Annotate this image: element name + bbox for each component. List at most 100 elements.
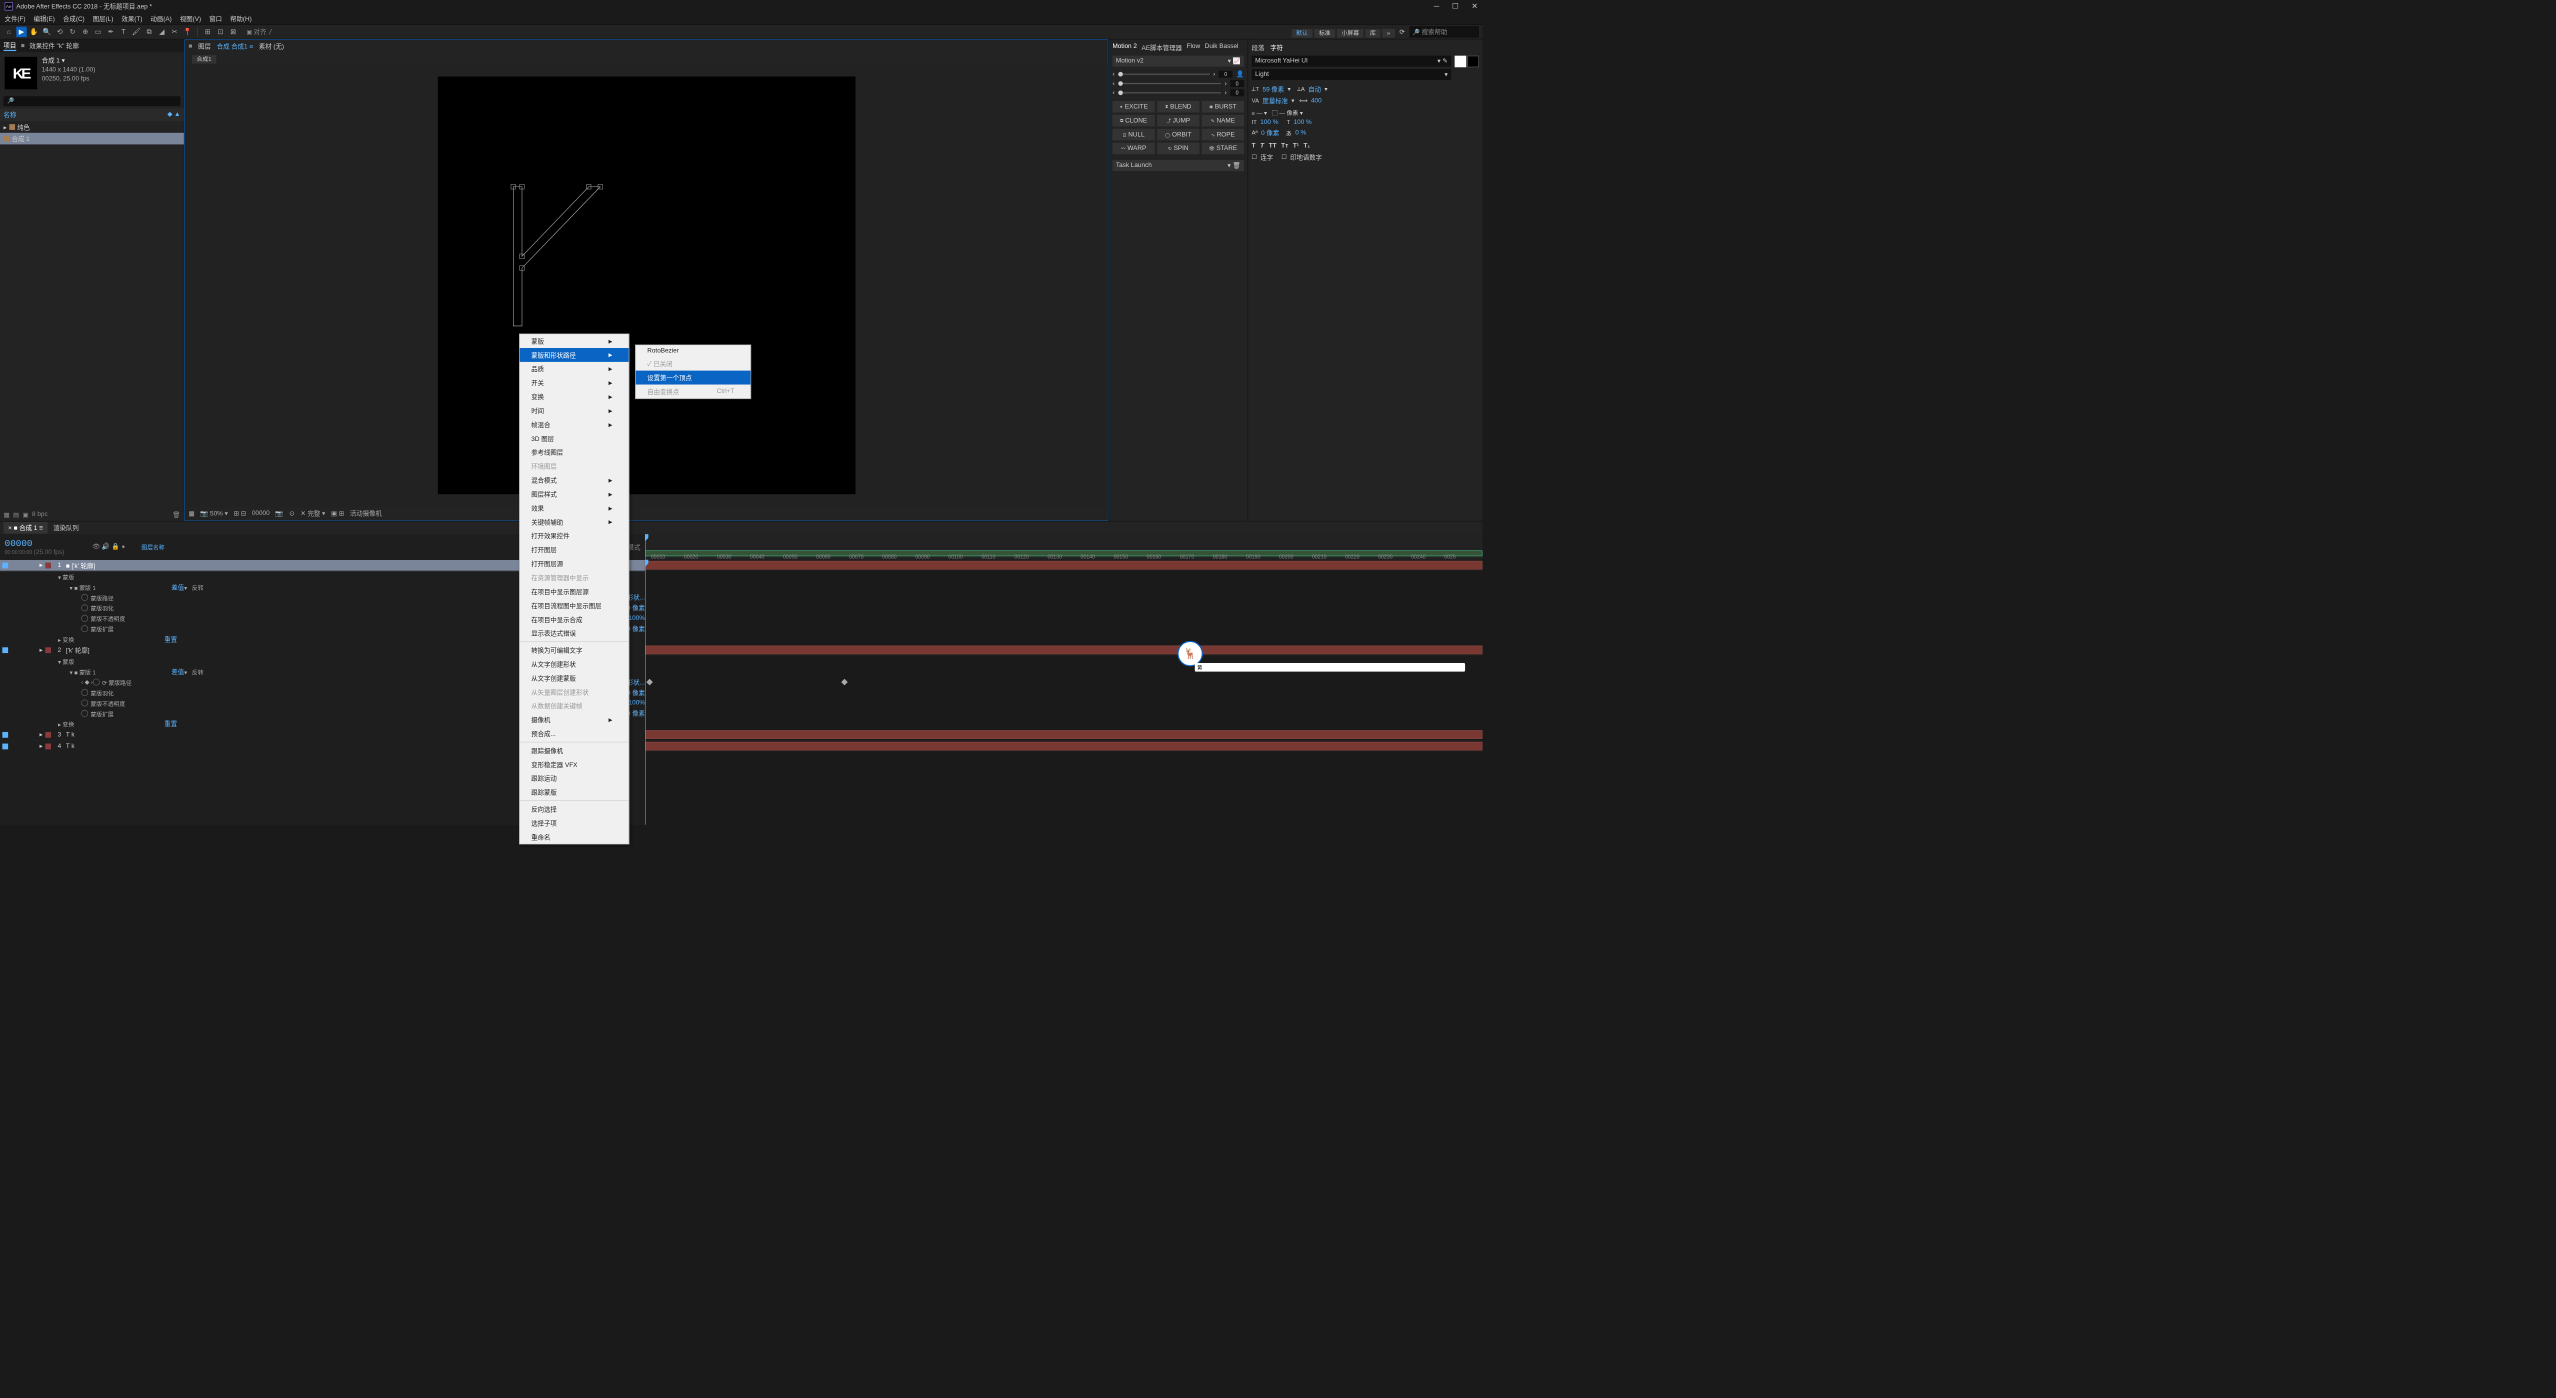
subctx-RotoBezier[interactable]: RotoBezier xyxy=(636,345,751,357)
workspace-standard[interactable]: 标准 xyxy=(1314,29,1335,38)
composition-canvas[interactable] xyxy=(438,76,856,494)
snap-label[interactable]: 对齐 xyxy=(254,29,267,36)
maximize-button[interactable]: ☐ xyxy=(1452,2,1459,11)
rect-tool[interactable]: ▭ xyxy=(93,27,103,37)
current-time[interactable]: 00000 xyxy=(5,538,65,548)
alpha-toggle[interactable]: ▦ xyxy=(189,510,195,518)
interp-icon[interactable]: ▦ xyxy=(3,511,9,519)
k-shape-outline[interactable] xyxy=(507,181,623,334)
tab-motion2[interactable]: Motion 2 xyxy=(1112,43,1136,52)
tab-duik[interactable]: Duik Bassel xyxy=(1205,43,1239,52)
pen-tool[interactable]: ✒ xyxy=(106,27,116,37)
ctx-在项目中显示合成[interactable]: 在项目中显示合成 xyxy=(520,612,629,626)
btn-spin[interactable]: ↻ SPIN xyxy=(1157,143,1199,155)
allcaps[interactable]: TT xyxy=(1269,142,1277,149)
superscript[interactable]: T¹ xyxy=(1293,142,1299,149)
ctx-蒙版和形状路径[interactable]: 蒙版和形状路径▶ xyxy=(520,348,629,362)
slider-1[interactable] xyxy=(1118,73,1210,74)
btn-clone[interactable]: ⧉ CLONE xyxy=(1112,115,1154,127)
tab-character[interactable]: 字符 xyxy=(1270,43,1283,52)
workspace-small[interactable]: 小屏幕 xyxy=(1337,29,1364,38)
font-family-dropdown[interactable]: Microsoft YaHei UI▾ ✎ xyxy=(1252,56,1452,67)
ctx-从文字创建形状[interactable]: 从文字创建形状 xyxy=(520,657,629,671)
project-row-comp1[interactable]: 合成 1 xyxy=(0,133,184,145)
res-toggle[interactable]: ⊞ ⊟ xyxy=(234,510,246,518)
motion-version-dropdown[interactable]: Motion v2▾ 📈 xyxy=(1112,56,1244,67)
close-button[interactable]: ✕ xyxy=(1472,2,1478,11)
tab-flow[interactable]: Flow xyxy=(1187,43,1200,52)
btn-burst[interactable]: ✱ BURST xyxy=(1202,101,1244,113)
btn-stare[interactable]: 👁 STARE xyxy=(1202,143,1244,155)
tab-footage-viewer[interactable]: 素材 (无) xyxy=(259,42,284,51)
tab-timeline-comp[interactable]: × ■ 合成 1 ≡ xyxy=(3,522,47,534)
menu-view[interactable]: 视图(V) xyxy=(180,14,201,23)
zoom-dropdown[interactable]: 📷 50% ▾ xyxy=(200,510,227,518)
view-axis[interactable]: ⊠ xyxy=(228,27,238,37)
menu-comp[interactable]: 合成(C) xyxy=(63,14,85,23)
baseline[interactable]: 0 像素 xyxy=(1261,128,1279,137)
hand-tool[interactable]: ✋ xyxy=(29,27,39,37)
ctx-蒙版[interactable]: 蒙版▶ xyxy=(520,334,629,348)
col-name[interactable]: 名称 xyxy=(3,110,16,119)
ctx-重命名[interactable]: 重命名 xyxy=(520,830,629,844)
bold[interactable]: T xyxy=(1252,142,1256,149)
ctx-摄像机[interactable]: 摄像机▶ xyxy=(520,713,629,727)
ctx-从文字创建蒙版[interactable]: 从文字创建蒙版 xyxy=(520,671,629,685)
menu-edit[interactable]: 编辑(E) xyxy=(34,14,55,23)
ctx-开关[interactable]: 开关▶ xyxy=(520,376,629,390)
btn-null[interactable]: ⊡ NULL xyxy=(1112,129,1154,141)
workspace-more[interactable]: » xyxy=(1382,29,1395,38)
ctx-3D 图层[interactable]: 3D 图层 xyxy=(520,432,629,446)
anchor-tool[interactable]: ⊕ xyxy=(80,27,90,37)
playhead[interactable] xyxy=(645,534,646,560)
tab-layer-viewer[interactable]: 图层 xyxy=(198,42,211,51)
font-weight-dropdown[interactable]: Light▾ xyxy=(1252,69,1452,80)
zoom-tool[interactable]: 🔍 xyxy=(42,27,52,37)
tab-project[interactable]: 项目 xyxy=(3,41,16,51)
slider-3[interactable] xyxy=(1118,92,1221,93)
tracking[interactable]: 400 xyxy=(1311,97,1322,104)
help-search[interactable]: 🔎 搜索帮助 xyxy=(1409,26,1479,38)
ctx-帧混合[interactable]: 帧混合▶ xyxy=(520,418,629,432)
stroke-color[interactable] xyxy=(1467,56,1479,68)
ctx-转换为可编辑文字[interactable]: 转换为可编辑文字 xyxy=(520,643,629,657)
ctx-关键帧辅助[interactable]: 关键帧辅助▶ xyxy=(520,515,629,529)
tsume[interactable]: 0 % xyxy=(1295,129,1306,136)
tab-scripts[interactable]: AE脚本管理器 xyxy=(1142,43,1182,52)
tab-comp-viewer[interactable]: 合成 合成1 ≡ xyxy=(217,42,253,51)
clone-tool[interactable]: ⧉ xyxy=(144,27,154,37)
project-search[interactable]: 🔎 xyxy=(3,96,180,106)
ctx-跟踪蒙版[interactable]: 跟踪蒙版 xyxy=(520,785,629,799)
smallcaps[interactable]: Tт xyxy=(1281,142,1288,149)
world-axis[interactable]: ⊡ xyxy=(215,27,225,37)
ctx-打开效果控件[interactable]: 打开效果控件 xyxy=(520,529,629,543)
ctx-打开图层源[interactable]: 打开图层源 xyxy=(520,557,629,571)
btn-jump[interactable]: ⤴ JUMP xyxy=(1157,115,1199,127)
btn-warp[interactable]: 〰 WARP xyxy=(1112,143,1154,155)
project-row-solids[interactable]: ▸纯色 xyxy=(0,121,184,133)
view-layout[interactable]: ▣ ⊞ xyxy=(331,510,344,518)
workspace-default[interactable]: 默认 xyxy=(1292,29,1313,38)
local-axis[interactable]: ⊞ xyxy=(202,27,212,37)
ctx-在项目流程图中显示图层[interactable]: 在项目流程图中显示图层 xyxy=(520,599,629,613)
menu-layer[interactable]: 图层(L) xyxy=(93,14,114,23)
col-layer-name[interactable]: 图层名称 xyxy=(141,542,164,551)
menu-window[interactable]: 窗口 xyxy=(209,14,222,23)
tab-effect-controls[interactable]: 效果控件 "k" 轮廓 xyxy=(29,41,79,50)
viewer-time[interactable]: 00000 xyxy=(252,510,270,517)
kerning[interactable]: 度量标准 xyxy=(1262,96,1288,105)
ctx-选择子项[interactable]: 选择子项 xyxy=(520,816,629,830)
btn-excite[interactable]: ✦ EXCITE xyxy=(1112,101,1154,113)
ctx-在项目中显示图层源[interactable]: 在项目中显示图层源 xyxy=(520,585,629,599)
sync-icon[interactable]: ⟳ xyxy=(1399,28,1404,36)
channel-icon[interactable]: ⊙ xyxy=(289,510,294,518)
ctx-打开图层[interactable]: 打开图层 xyxy=(520,543,629,557)
ctx-跟踪运动[interactable]: 跟踪运动 xyxy=(520,771,629,785)
puppet-tool[interactable]: 📍 xyxy=(182,27,192,37)
menu-effect[interactable]: 效果(T) xyxy=(121,14,142,23)
eraser-tool[interactable]: ◢ xyxy=(157,27,167,37)
ctx-变形稳定器 VFX[interactable]: 变形稳定器 VFX xyxy=(520,757,629,771)
tab-paragraph[interactable]: 段落 xyxy=(1252,43,1265,52)
tab-render-queue[interactable]: 渲染队列 xyxy=(53,523,79,532)
btn-rope[interactable]: ∿ ROPE xyxy=(1202,129,1244,141)
